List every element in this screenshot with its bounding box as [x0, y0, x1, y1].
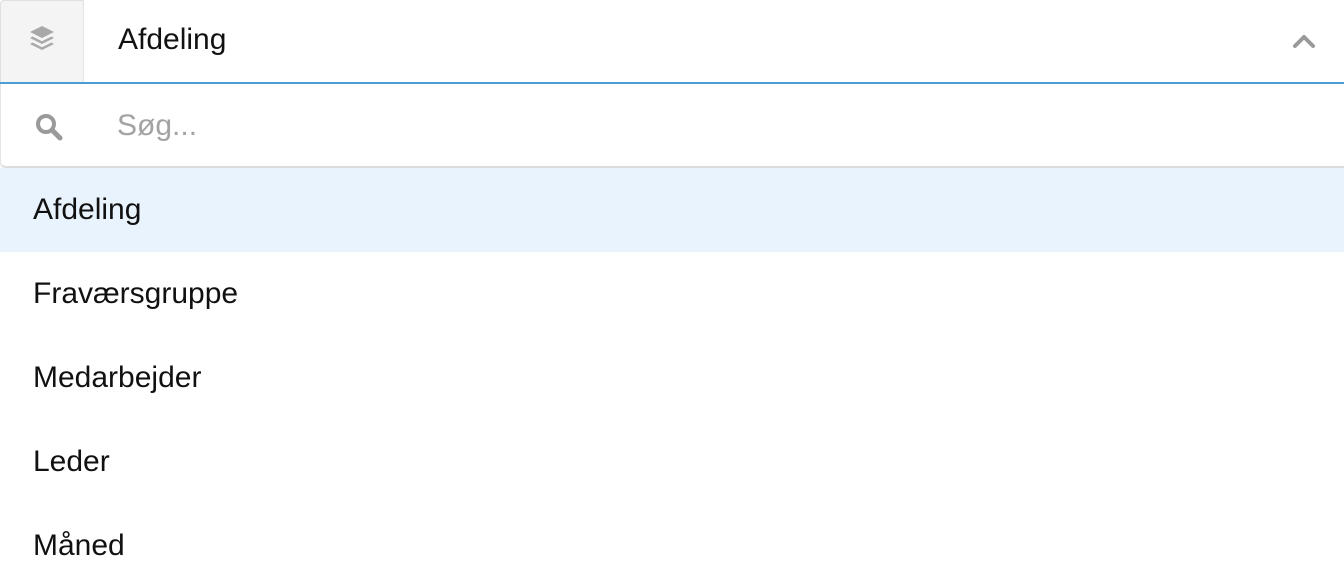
select-control[interactable]: Afdeling — [0, 0, 1344, 84]
options-list: Afdeling Fraværsgruppe Medarbejder Leder… — [0, 168, 1344, 576]
select-prefix — [0, 0, 84, 82]
layers-icon — [27, 23, 57, 60]
grouping-select: Afdeling Afdeling Fraværsgruppe Medarbej… — [0, 0, 1344, 576]
selected-value: Afdeling — [118, 23, 227, 56]
search-row — [0, 84, 1344, 168]
search-input[interactable] — [117, 106, 1297, 146]
option-fravaersgruppe[interactable]: Fraværsgruppe — [0, 252, 1344, 336]
option-afdeling[interactable]: Afdeling — [0, 168, 1344, 252]
option-medarbejder[interactable]: Medarbejder — [0, 336, 1344, 420]
option-leder[interactable]: Leder — [0, 420, 1344, 504]
option-maaned[interactable]: Måned — [0, 504, 1344, 576]
search-icon — [34, 112, 64, 142]
chevron-up-icon[interactable] — [1292, 30, 1316, 52]
